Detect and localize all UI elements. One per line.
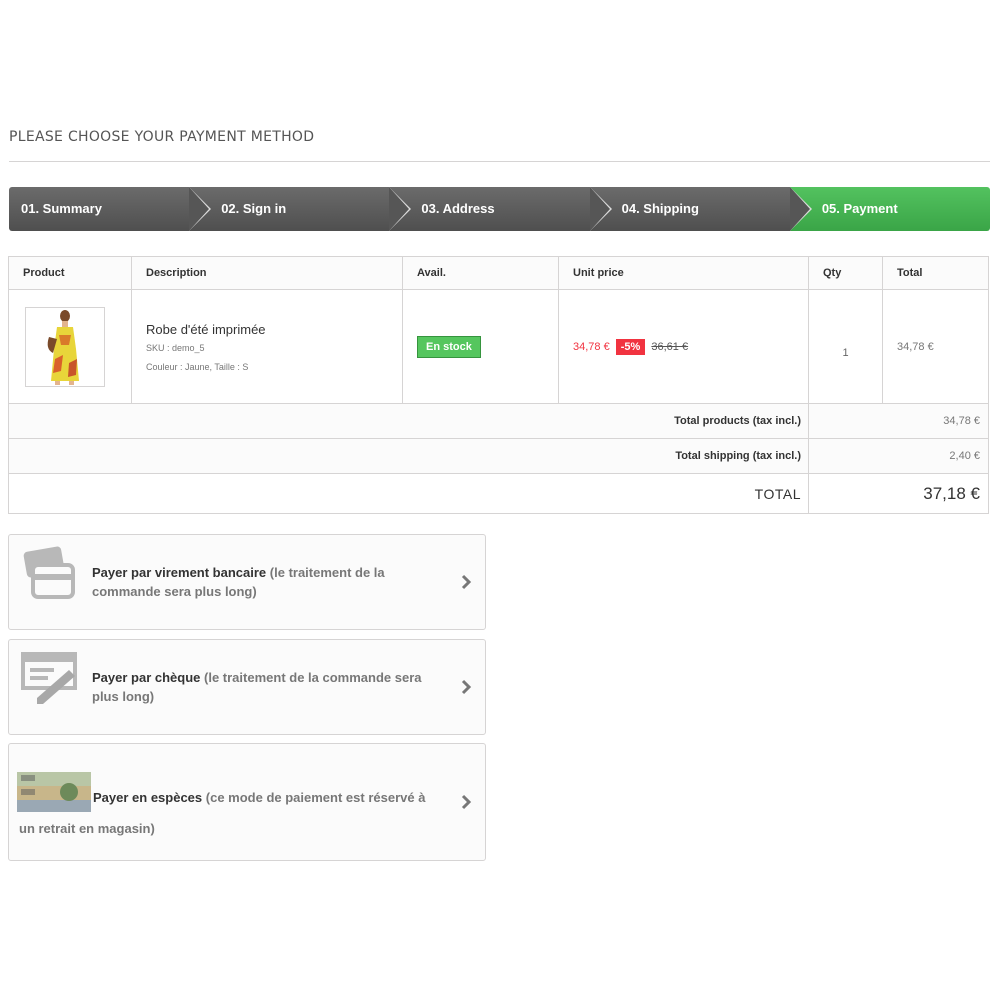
- product-image[interactable]: [25, 306, 105, 387]
- line-total: 34,78 €: [882, 289, 989, 404]
- chevron-right-icon: [461, 679, 472, 695]
- grand-total-row: TOTAL 37,18 €: [8, 473, 989, 514]
- summary-row-shipping: Total shipping (tax incl.) 2,40 €: [8, 438, 989, 474]
- product-sku: SKU : demo_5: [146, 342, 205, 353]
- table-header-row: Product Description Avail. Unit price Qt…: [8, 256, 989, 290]
- col-unit-price: Unit price: [558, 256, 809, 290]
- grand-total-value: 37,18 €: [808, 473, 989, 514]
- step-payment: 05. Payment: [789, 187, 990, 231]
- payment-label: Payer par chèque (le traitement de la co…: [92, 668, 442, 706]
- title-divider: [9, 161, 990, 162]
- step-summary[interactable]: 01. Summary: [9, 187, 212, 231]
- discount-badge: -5%: [615, 338, 646, 355]
- col-availability: Avail.: [402, 256, 559, 290]
- summary-value: 2,40 €: [808, 438, 989, 474]
- quantity: 1: [808, 289, 883, 404]
- col-total: Total: [882, 256, 989, 290]
- col-description: Description: [131, 256, 403, 290]
- old-price: 36,61 €: [651, 340, 689, 353]
- step-label: 02. Sign in: [221, 201, 287, 216]
- product-name-link[interactable]: Robe d'été imprimée: [146, 322, 388, 337]
- payment-title: Payer par virement bancaire: [92, 565, 267, 580]
- page-title: PLEASE CHOOSE YOUR PAYMENT METHOD: [9, 129, 315, 145]
- summary-value: 34,78 €: [808, 403, 989, 439]
- chevron-right-icon: [461, 794, 472, 810]
- step-shipping[interactable]: 04. Shipping: [589, 187, 812, 231]
- table-row: Robe d'été imprimée SKU : demo_5 Couleur…: [8, 289, 989, 404]
- cheque-icon: [21, 652, 77, 704]
- payment-label: Payer en espèces (ce mode de paiement es…: [19, 782, 439, 844]
- availability-badge: En stock: [417, 335, 481, 358]
- col-product: Product: [8, 256, 132, 290]
- step-label: 01. Summary: [21, 201, 102, 216]
- checkout-steps: 01. Summary 02. Sign in 03. Address 04. …: [9, 187, 990, 231]
- payment-option-bankwire[interactable]: Payer par virement bancaire (le traiteme…: [8, 534, 486, 630]
- summary-row-products: Total products (tax incl.) 34,78 €: [8, 403, 989, 439]
- product-attributes: Couleur : Jaune, Taille : S: [146, 361, 249, 372]
- payment-title: Payer par chèque: [92, 670, 201, 685]
- payment-title: Payer en espèces: [93, 790, 203, 805]
- step-label: 03. Address: [421, 201, 495, 216]
- col-qty: Qty: [808, 256, 883, 290]
- dress-model-image: [47, 309, 79, 385]
- bank-card-icon: [23, 546, 75, 599]
- step-label: 04. Shipping: [621, 201, 699, 216]
- step-sign-in[interactable]: 02. Sign in: [189, 187, 412, 231]
- summary-label: Total products (tax incl.): [8, 403, 809, 439]
- chevron-right-icon: [461, 574, 472, 590]
- unit-price: 34,78 €: [573, 340, 610, 353]
- grand-total-label: TOTAL: [8, 473, 809, 514]
- payment-note: (ce mode de paiement est réservé à un re…: [19, 790, 426, 836]
- step-address[interactable]: 03. Address: [389, 187, 612, 231]
- payment-label: Payer par virement bancaire (le traiteme…: [92, 563, 442, 601]
- payment-option-cash[interactable]: Payer en espèces (ce mode de paiement es…: [8, 743, 486, 861]
- summary-label: Total shipping (tax incl.): [8, 438, 809, 474]
- payment-option-cheque[interactable]: Payer par chèque (le traitement de la co…: [8, 639, 486, 735]
- cart-summary-table: Product Description Avail. Unit price Qt…: [8, 256, 989, 514]
- step-label: 05. Payment: [821, 201, 898, 216]
